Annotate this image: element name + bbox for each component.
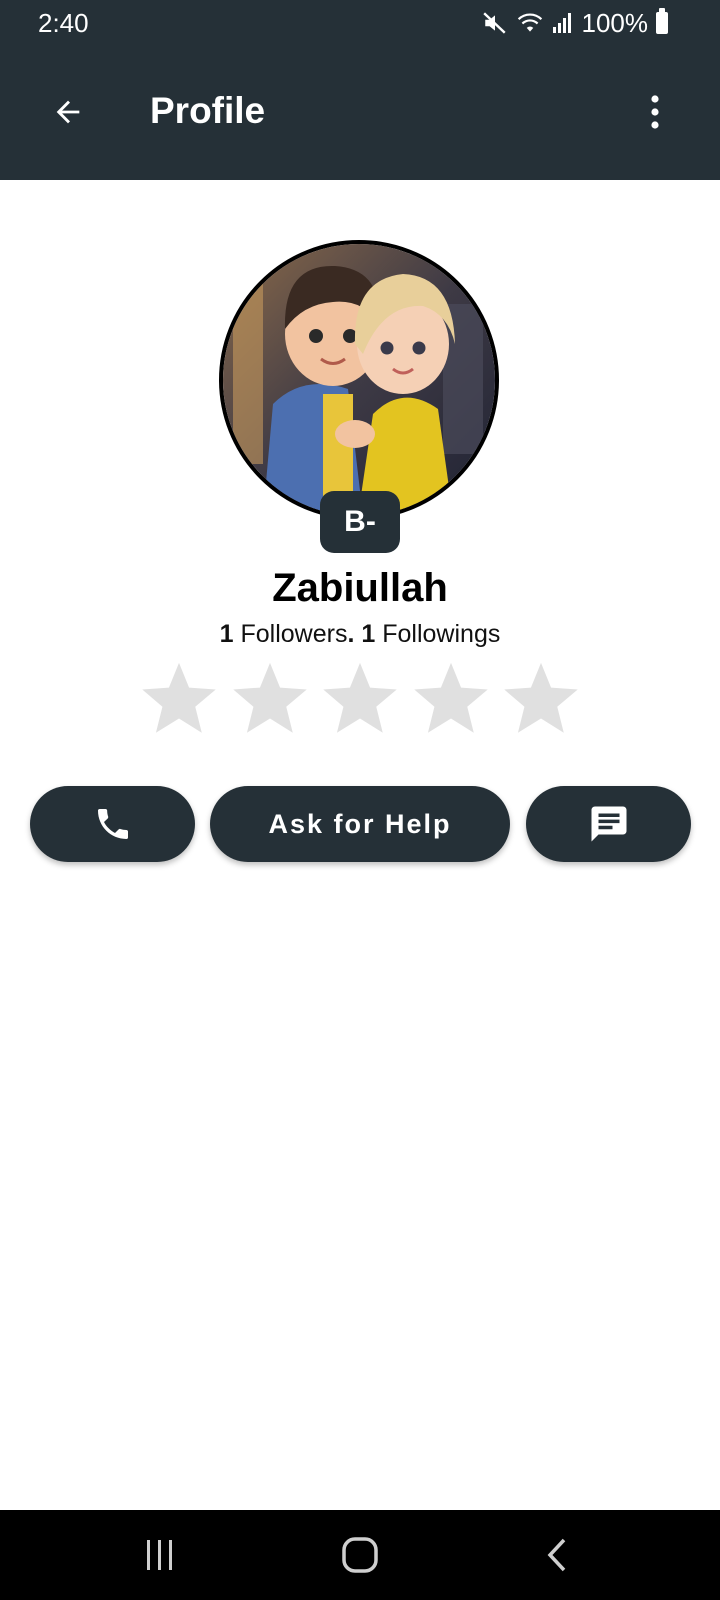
follow-separator: . (347, 620, 355, 648)
star-icon (413, 662, 488, 733)
home-button[interactable] (338, 1532, 382, 1578)
star-icon (323, 662, 397, 733)
star-icon (504, 662, 578, 733)
followings-count: 1 (361, 620, 376, 648)
status-time: 2:40 (38, 8, 89, 38)
ask-for-help-button[interactable]: Ask for Help (210, 786, 510, 862)
home-icon (342, 1537, 378, 1573)
recent-apps-icon (147, 1540, 172, 1570)
follow-stats: 1 Followers. 1 Followings (0, 620, 720, 649)
message-button[interactable] (526, 786, 691, 862)
arrow-left-icon (56, 100, 80, 124)
mute-icon (482, 12, 506, 34)
battery-percent: 100% (581, 7, 649, 38)
phone-icon (97, 809, 128, 839)
battery-icon (656, 8, 668, 34)
wifi-icon (517, 13, 542, 32)
star-icon (232, 662, 307, 733)
call-button[interactable] (30, 786, 195, 862)
avatar[interactable] (219, 240, 499, 520)
followers-count: 1 (219, 620, 234, 648)
back-button[interactable] (38, 82, 98, 142)
rating-stars (140, 658, 580, 736)
avatar-image (223, 244, 495, 516)
star-icon (142, 662, 216, 733)
followings-label[interactable]: Followings (382, 620, 500, 648)
grade-badge: B- (320, 491, 400, 553)
back-icon (547, 1538, 566, 1572)
recent-apps-button[interactable] (140, 1532, 180, 1578)
followers-label[interactable]: Followers (241, 620, 348, 648)
page-title: Profile (150, 90, 266, 131)
status-icons: 100% (482, 6, 668, 40)
app-header: 2:40 100% Profile (0, 0, 720, 180)
signal-icon (552, 13, 571, 33)
more-vertical-icon (651, 95, 659, 129)
nav-back-button[interactable] (536, 1532, 576, 1578)
system-nav-bar (0, 1510, 720, 1600)
chat-icon (591, 806, 626, 842)
overflow-menu-button[interactable] (630, 82, 680, 142)
profile-name: Zabiullah (272, 566, 448, 610)
profile-screen: 2:40 100% Profile B- Zabiullah 1 Followe… (0, 0, 720, 1600)
